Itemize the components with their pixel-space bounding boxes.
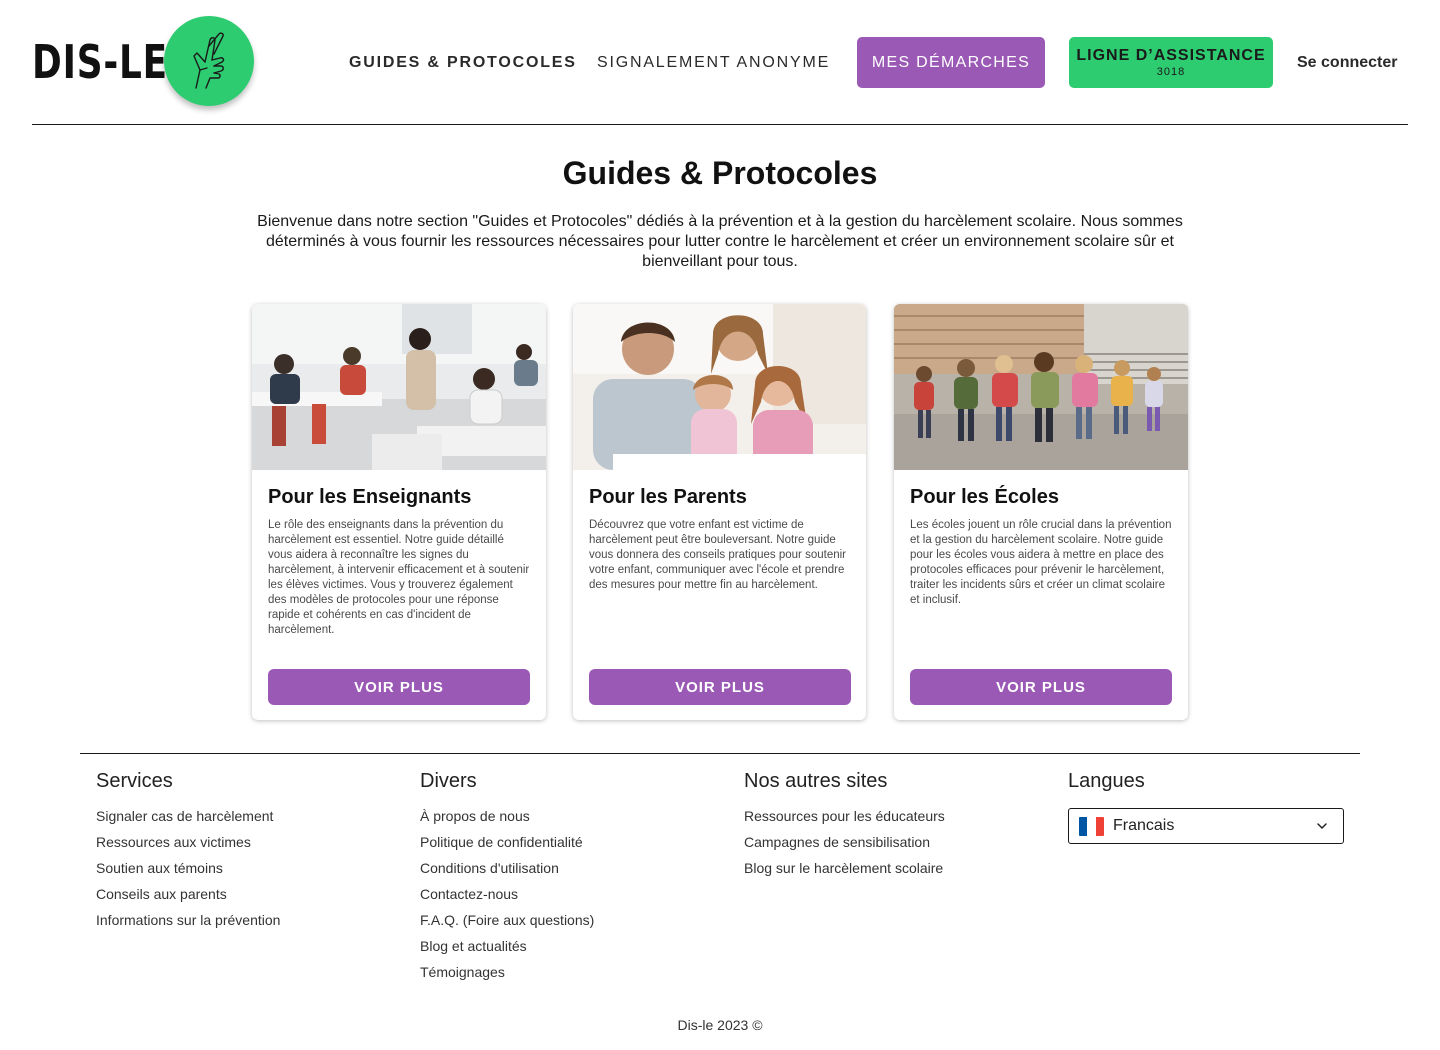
- nav-signalement-anonyme[interactable]: SIGNALEMENT ANONYME: [597, 37, 830, 88]
- assistance-hotline-button[interactable]: LIGNE D’ASSISTANCE 3018: [1069, 37, 1273, 88]
- footer-link[interactable]: Soutien aux témoins: [96, 860, 280, 886]
- classroom-photo: [252, 304, 546, 470]
- login-link[interactable]: Se connecter: [1297, 37, 1397, 88]
- family-photo: [573, 304, 866, 470]
- footer-services: Services Signaler cas de harcèlement Res…: [96, 770, 280, 938]
- main-nav: GUIDES & PROTOCOLES SIGNALEMENT ANONYME …: [32, 37, 1408, 88]
- card-title: Pour les Parents: [589, 486, 747, 508]
- footer-link[interactable]: Conditions d'utilisation: [420, 860, 594, 886]
- assistance-title: LIGNE D’ASSISTANCE: [1076, 47, 1266, 64]
- voir-plus-button[interactable]: VOIR PLUS: [268, 669, 530, 705]
- card-enseignants: Pour les Enseignants Le rôle des enseign…: [252, 304, 546, 720]
- mes-demarches-button[interactable]: MES DÉMARCHES: [857, 37, 1045, 88]
- card-description: Le rôle des enseignants dans la préventi…: [268, 519, 530, 636]
- footer-link[interactable]: Blog et actualités: [420, 938, 594, 964]
- card-description: Découvrez que votre enfant est victime d…: [589, 519, 846, 591]
- nav-guides-protocoles[interactable]: GUIDES & PROTOCOLES: [349, 37, 577, 88]
- footer-heading: Langues: [1068, 770, 1145, 792]
- card-title: Pour les Écoles: [910, 486, 1059, 508]
- footer-link[interactable]: Campagnes de sensibilisation: [744, 834, 945, 860]
- intro-text: Bienvenue dans notre section "Guides et …: [257, 213, 1183, 270]
- footer-link[interactable]: F.A.Q. (Foire aux questions): [420, 912, 594, 938]
- footer-link[interactable]: Ressources aux victimes: [96, 834, 280, 860]
- schoolchildren-photo: [894, 304, 1188, 470]
- footer-link[interactable]: Signaler cas de harcèlement: [96, 808, 280, 834]
- footer-heading: Divers: [420, 770, 477, 792]
- footer-divider: [80, 753, 1360, 754]
- footer-link[interactable]: Ressources pour les éducateurs: [744, 808, 945, 834]
- chevron-down-icon: [1317, 823, 1327, 829]
- footer-link[interactable]: Contactez-nous: [420, 886, 594, 912]
- footer-divers: Divers À propos de nous Politique de con…: [420, 770, 594, 990]
- page-title: Guides & Protocoles: [562, 155, 878, 191]
- voir-plus-button[interactable]: VOIR PLUS: [589, 669, 851, 705]
- footer-link[interactable]: Conseils aux parents: [96, 886, 280, 912]
- footer-languages: Langues Francais: [1068, 770, 1344, 844]
- card-ecoles: Pour les Écoles Les écoles jouent un rôl…: [894, 304, 1188, 720]
- footer-other-sites: Nos autres sites Ressources pour les édu…: [744, 770, 945, 886]
- copyright: Dis-le 2023 ©: [677, 1017, 763, 1033]
- card-description: Les écoles jouent un rôle crucial dans l…: [910, 519, 1172, 606]
- footer-link[interactable]: Blog sur le harcèlement scolaire: [744, 860, 945, 886]
- voir-plus-button[interactable]: VOIR PLUS: [910, 669, 1172, 705]
- france-flag-icon: [1079, 816, 1104, 836]
- footer-heading: Nos autres sites: [744, 770, 888, 792]
- assistance-number: 3018: [1156, 66, 1186, 78]
- footer-link[interactable]: Informations sur la prévention: [96, 912, 280, 938]
- site-header: DIS-LE GUIDES & PROTOCOLES SIGNALEMENT A…: [32, 0, 1408, 125]
- card-title: Pour les Enseignants: [268, 486, 472, 508]
- language-select[interactable]: Francais: [1068, 808, 1344, 844]
- footer-link[interactable]: À propos de nous: [420, 808, 594, 834]
- guide-cards: Pour les Enseignants Le rôle des enseign…: [252, 304, 1188, 720]
- language-selected-value: Francais: [1113, 817, 1175, 834]
- footer-link[interactable]: Politique de confidentialité: [420, 834, 594, 860]
- footer-link[interactable]: Témoignages: [420, 964, 594, 990]
- card-parents: Pour les Parents Découvrez que votre enf…: [573, 304, 866, 720]
- footer-heading: Services: [96, 770, 173, 792]
